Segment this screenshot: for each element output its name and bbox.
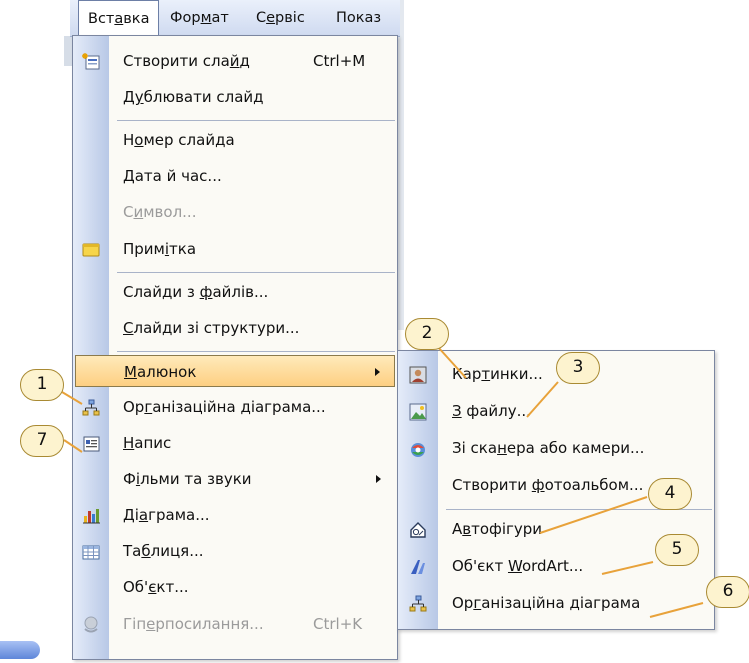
callout-leader-lines xyxy=(61,346,704,618)
leader-5 xyxy=(601,561,654,575)
callout-3: 3 xyxy=(556,352,600,384)
leader-6 xyxy=(649,602,704,618)
callout-1: 1 xyxy=(20,369,64,401)
callout-7: 7 xyxy=(20,425,64,457)
leader-3 xyxy=(526,381,559,418)
leader-2 xyxy=(437,346,467,379)
leader-1 xyxy=(61,391,83,405)
callout-2: 2 xyxy=(405,318,449,350)
leader-7 xyxy=(63,439,83,453)
callout-4: 4 xyxy=(648,478,692,510)
leader-4 xyxy=(539,496,648,534)
callout-5: 5 xyxy=(655,534,699,566)
callout-6: 6 xyxy=(706,576,749,608)
